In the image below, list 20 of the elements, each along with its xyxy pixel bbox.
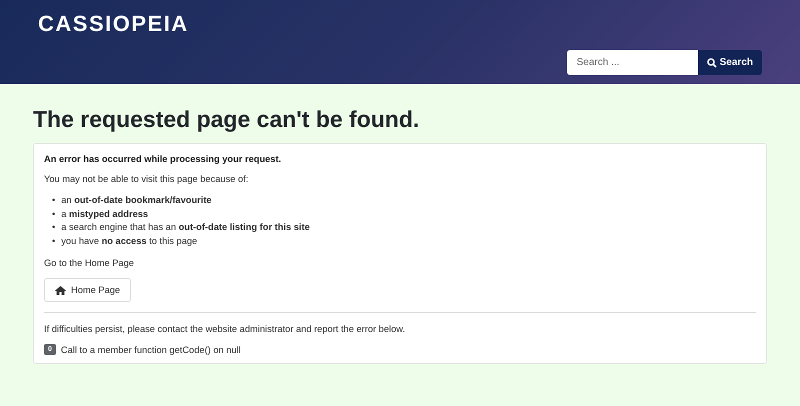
- search-icon: [706, 58, 717, 68]
- bullet-mark: •: [52, 221, 56, 234]
- intro-text: You may not be able to visit this page because of:: [44, 174, 250, 184]
- contact-text: If difficulties persist, please contact the website administrator and report the error below.: [44, 324, 406, 334]
- home-icon: [55, 286, 66, 294]
- home-page-button[interactable]: Home Page: [44, 278, 132, 302]
- reason-item: a mistyped address: [61, 208, 148, 221]
- reason-item: an out-of-date bookmark/favourite: [61, 194, 212, 207]
- page-title: The requested page can't be found.: [33, 106, 420, 133]
- bullet-mark: •: [52, 194, 56, 207]
- search-button[interactable]: Search: [698, 50, 762, 75]
- error-heading: An error has occurred while processing your request.: [44, 154, 282, 164]
- home-text: Go to the Home Page: [44, 258, 135, 268]
- search-field[interactable]: Search ...: [566, 50, 698, 75]
- error-message: Call to a member function getCode() on null: [60, 344, 241, 354]
- site-logo[interactable]: CASSIOPEIA: [38, 0, 762, 37]
- reason-item: a search engine that has an out-of-date listing for this site: [61, 221, 310, 234]
- reason-item: you have no access to this page: [61, 234, 198, 248]
- bullet-mark: •: [52, 234, 56, 248]
- bullet-mark: •: [52, 208, 56, 220]
